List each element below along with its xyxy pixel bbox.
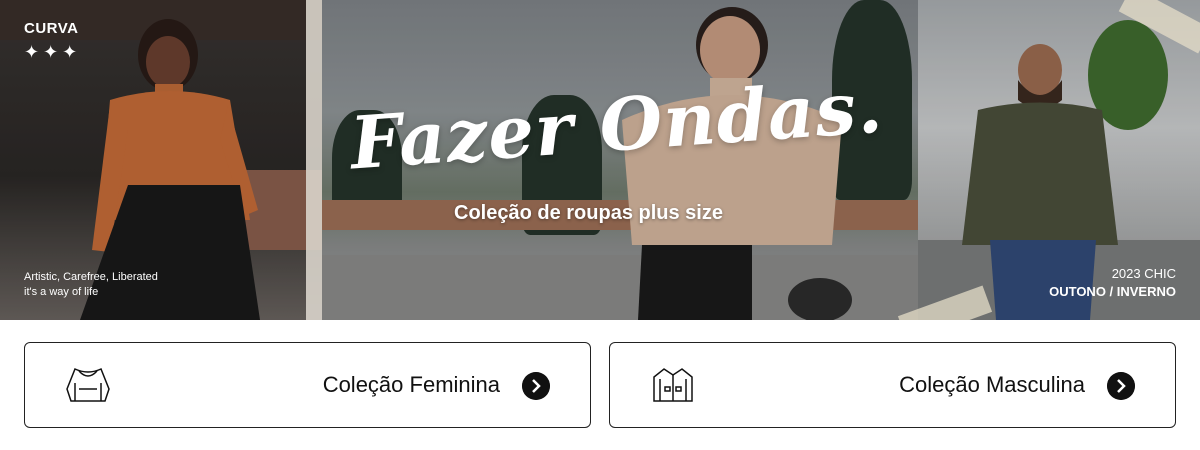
hero-subtitle: Coleção de roupas plus size: [454, 202, 723, 224]
brand-name: CURVA: [24, 20, 79, 37]
mens-collection-label: Coleção Masculina: [899, 372, 1085, 397]
hero-banner[interactable]: CURVA ✦✦✦ Artistic, Carefree, Liberated …: [0, 0, 1200, 320]
womens-collection-card[interactable]: Coleção Feminina: [24, 342, 591, 428]
tagline: Artistic, Carefree, Liberated it's a way…: [24, 270, 158, 300]
mens-collection-card[interactable]: Coleção Masculina: [609, 342, 1176, 428]
season-name: OUTONO / INVERNO: [1049, 284, 1176, 299]
season-year: 2023 CHIC: [1111, 266, 1176, 281]
tagline-line2: it's a way of life: [24, 286, 99, 298]
chevron-right-icon[interactable]: [522, 372, 550, 400]
tagline-line1: Artistic, Carefree, Liberated: [24, 271, 158, 283]
womens-collection-label: Coleção Feminina: [322, 372, 500, 397]
jacket-icon: [653, 368, 693, 402]
blouse-icon: [66, 367, 110, 402]
sparkle-stars-icon: ✦✦✦: [24, 42, 82, 62]
collection-links: Coleção Feminina Coleção Masculina: [24, 342, 1176, 428]
chevron-right-icon[interactable]: [1107, 372, 1135, 400]
